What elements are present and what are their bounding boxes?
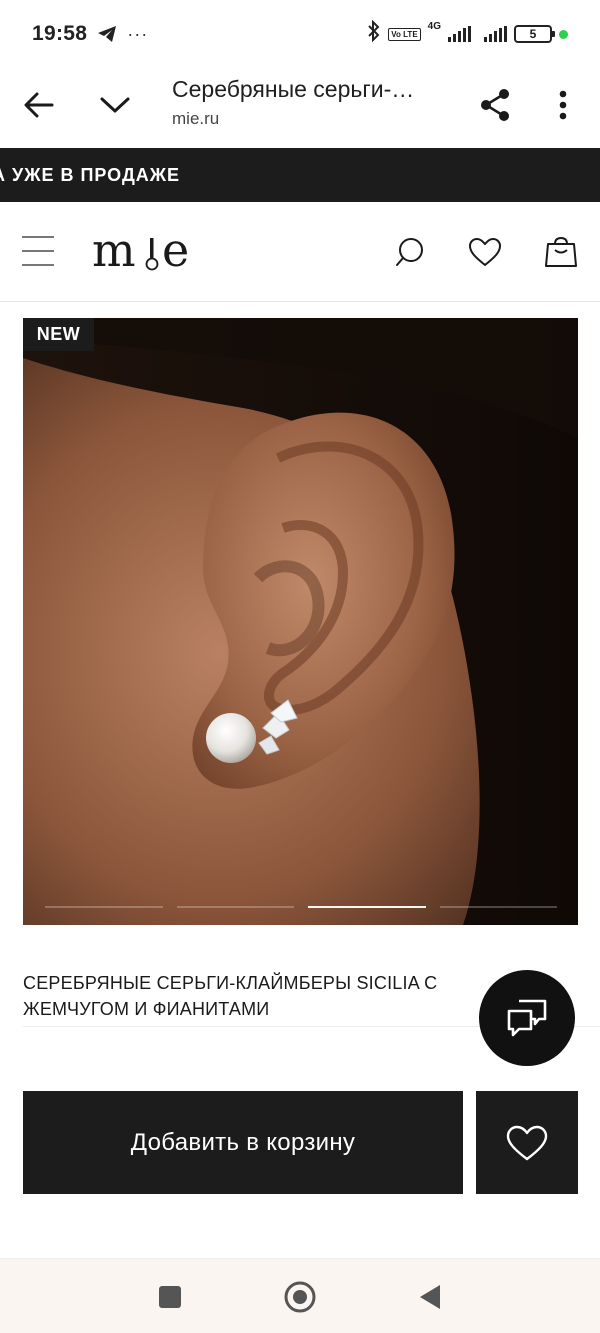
svg-text:m: m xyxy=(92,224,137,276)
status-time: 19:58 xyxy=(32,22,88,45)
chevron-down-icon xyxy=(100,97,130,113)
add-to-favorites-button[interactable] xyxy=(476,1091,578,1194)
square-icon xyxy=(159,1286,181,1308)
chat-icon xyxy=(507,999,547,1037)
search-button[interactable] xyxy=(388,230,432,274)
favorites-button[interactable] xyxy=(463,230,507,274)
browser-toolbar: Серебряные серьги-… mie.ru xyxy=(0,68,600,148)
minimize-button[interactable] xyxy=(90,80,140,130)
network-type: 4G xyxy=(427,21,441,32)
battery-icon: 5 xyxy=(514,25,555,43)
telegram-icon xyxy=(97,25,117,43)
page-url: mie.ru xyxy=(172,109,220,128)
carousel-dot[interactable] xyxy=(176,906,294,908)
svg-text:e: e xyxy=(162,224,190,276)
promo-banner[interactable]: А УЖЕ В ПРОДАЖЕ xyxy=(0,148,600,202)
signal-bars-2-icon xyxy=(484,26,507,42)
hamburger-icon[interactable] xyxy=(22,236,54,266)
chat-button[interactable] xyxy=(479,970,575,1066)
site-logo[interactable]: m e xyxy=(92,223,204,287)
product-title: СЕРЕБРЯНЫЕ СЕРЬГИ-КЛАЙМБЕРЫ SICILIA С ЖЕ… xyxy=(23,973,438,1019)
cart-button[interactable] xyxy=(539,230,583,274)
back-nav-button[interactable] xyxy=(408,1275,452,1319)
page: 19:58 ··· Vo LTE 4G 5 Серебряные серьги-… xyxy=(0,0,600,1333)
share-button[interactable] xyxy=(470,80,520,130)
status-bar: 19:58 ··· Vo LTE 4G 5 xyxy=(0,0,600,68)
promo-text: А УЖЕ В ПРОДАЖЕ xyxy=(0,164,181,185)
product-photo xyxy=(23,318,578,925)
carousel-dot-active[interactable] xyxy=(308,906,426,908)
new-badge: NEW xyxy=(23,318,94,351)
back-button[interactable] xyxy=(14,80,64,130)
triangle-back-icon xyxy=(420,1285,440,1309)
share-icon xyxy=(481,89,509,121)
carousel-dot[interactable] xyxy=(45,906,163,908)
heart-icon xyxy=(469,238,501,266)
volte-icon: Vo LTE xyxy=(388,27,421,41)
home-button[interactable] xyxy=(278,1275,322,1319)
arrow-left-icon xyxy=(24,92,54,118)
bag-icon xyxy=(545,236,577,267)
browser-title-area[interactable]: Серебряные серьги-… mie.ru xyxy=(172,76,452,129)
signal-bars-icon xyxy=(448,26,471,42)
privacy-indicator-dot xyxy=(559,29,568,39)
page-title: Серебряные серьги-… xyxy=(172,76,415,102)
product-image-carousel[interactable]: NEW xyxy=(23,318,578,925)
heart-icon xyxy=(506,1125,548,1160)
recents-button[interactable] xyxy=(148,1275,192,1319)
kebab-menu-icon xyxy=(559,90,567,120)
system-nav-bar xyxy=(0,1258,600,1333)
bluetooth-icon xyxy=(367,19,381,48)
site-header: m e xyxy=(0,202,600,302)
carousel-indicators xyxy=(45,906,557,908)
home-circle-icon xyxy=(284,1281,316,1313)
carousel-dot[interactable] xyxy=(439,906,557,908)
search-icon xyxy=(396,238,423,266)
more-notifications-icon: ··· xyxy=(127,23,149,44)
add-to-cart-button[interactable]: Добавить в корзину xyxy=(23,1091,463,1194)
more-options-button[interactable] xyxy=(538,80,588,130)
